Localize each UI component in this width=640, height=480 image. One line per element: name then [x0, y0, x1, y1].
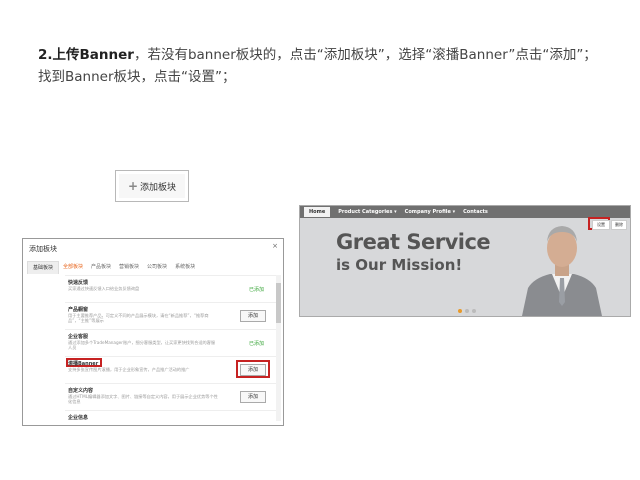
tab-all-blocks[interactable]: 全部板块 — [63, 263, 83, 270]
block-desc: 用于主要推荐产品，可定义不同的产品展示模块，请在“新品推荐”，“推荐商品”，“主… — [68, 313, 209, 324]
plus-icon: + — [127, 179, 139, 193]
block-desc: 通过添加多个TradeManager账户，细分客服类型，让买家更快找到合适的客服… — [68, 340, 216, 351]
list-item: 企业客服 通过添加多个TradeManager账户，细分客服类型，让买家更快找到… — [65, 330, 278, 357]
site-nav: Home Product Categories ▾ Company Profil… — [300, 206, 630, 218]
block-name: 快速反馈 — [68, 280, 89, 286]
site-preview: Home Product Categories ▾ Company Profil… — [299, 205, 631, 317]
tab-company-blocks[interactable]: 公司板块 — [147, 263, 167, 270]
nav-home[interactable]: Home — [304, 207, 331, 217]
add-button[interactable]: 添加 — [240, 310, 266, 322]
step-title: 2.上传Banner — [38, 47, 134, 63]
close-icon[interactable]: × — [272, 242, 278, 250]
delete-button[interactable]: 删除 — [611, 220, 627, 230]
list-item: 自定义内容 通过HTML编辑器添加文字、图片、链接等自定义内容，用于展示企业优势… — [65, 384, 278, 411]
block-name: 滚播Banner — [68, 361, 99, 367]
list-item: 产品橱窗 用于主要推荐产品，可定义不同的产品展示模块，请在“新品推荐”，“推荐商… — [65, 303, 278, 330]
add-block-button[interactable]: + 添加板块 — [115, 170, 189, 202]
block-list: 快速反馈 买家通过快速反馈入口给业务反馈询盘 已添加 产品橱窗 用于主要推荐产品… — [65, 275, 278, 422]
block-name: 产品橱窗 — [68, 307, 89, 313]
banner-subheadline: is Our Mission! — [336, 256, 463, 274]
banner-headline: Great Service — [336, 230, 491, 254]
nav-product-categories[interactable]: Product Categories ▾ — [338, 209, 396, 215]
tab-marketing-blocks[interactable]: 营销板块 — [119, 263, 139, 270]
carousel-dot[interactable] — [472, 309, 476, 313]
highlight-box — [236, 360, 270, 378]
dialog-tabs: 全部板块 产品板块 营销板块 公司板块 系统板块 — [63, 263, 195, 270]
nav-contacts[interactable]: Contacts — [463, 209, 488, 215]
tab-product-blocks[interactable]: 产品板块 — [91, 263, 111, 270]
nav-company-profile[interactable]: Company Profile ▾ — [405, 209, 455, 215]
carousel-dot-active[interactable] — [458, 309, 462, 313]
carousel-dot[interactable] — [465, 309, 469, 313]
added-status: 已添加 — [248, 341, 264, 347]
carousel-dots — [458, 309, 476, 313]
list-item-banner: 滚播Banner 支持多张宣传图片滚播，用于企业形象宣传，产品推广活动的推广 添… — [65, 357, 278, 384]
block-name: 企业客服 — [68, 334, 89, 340]
dialog-title: 添加板块 — [29, 245, 57, 253]
list-item: 快速反馈 买家通过快速反馈入口给业务反馈询盘 已添加 — [65, 276, 278, 303]
block-desc: 支持多张宣传图片滚播，用于企业形象宣传，产品推广活动的推广 — [68, 367, 190, 372]
instruction-paragraph: 2.上传Banner，若没有banner板块的，点击“添加板块”，选择“滚播Ba… — [38, 44, 608, 88]
settings-button[interactable]: 设置 — [592, 220, 610, 230]
block-name: 自定义内容 — [68, 388, 94, 394]
businessman-image — [522, 226, 602, 316]
added-status: 已添加 — [248, 287, 264, 293]
block-desc: 通过HTML编辑器添加文字、图片、链接等自定义内容，用于展示企业优势等个性化信息 — [68, 394, 218, 405]
add-button[interactable]: 添加 — [240, 391, 266, 403]
scrollbar-thumb[interactable] — [276, 283, 281, 323]
tab-system-blocks[interactable]: 系统板块 — [175, 263, 195, 270]
tab-basic-blocks[interactable]: 基础板块 — [27, 261, 59, 274]
add-block-label: 添加板块 — [140, 182, 177, 193]
scrollbar[interactable] — [276, 275, 281, 421]
list-item: 企业信息 — [65, 411, 278, 422]
add-block-dialog: 添加板块 × 基础板块 全部板块 产品板块 营销板块 公司板块 系统板块 快速反… — [22, 238, 284, 426]
block-desc: 买家通过快速反馈入口给业务反馈询盘 — [68, 286, 140, 291]
block-name: 企业信息 — [68, 415, 89, 421]
